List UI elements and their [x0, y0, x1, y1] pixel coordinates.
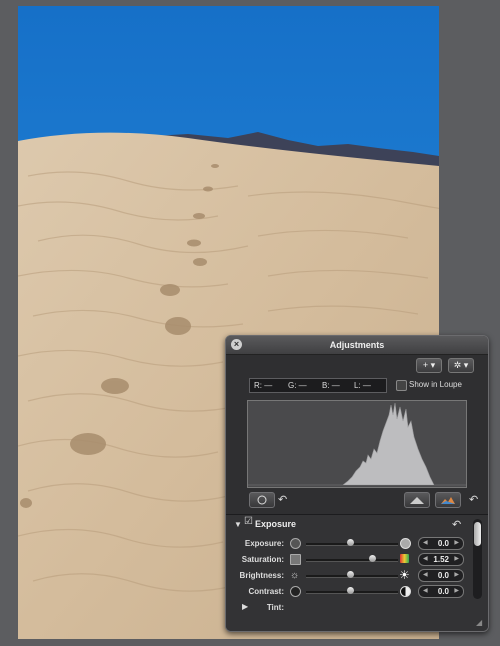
contrast-value-field[interactable]: ◀ 0.0 ▶: [418, 585, 464, 598]
histogram: [247, 400, 467, 488]
auto-exposure-button[interactable]: [404, 492, 430, 508]
saturation-label: Saturation:: [241, 555, 284, 564]
add-adjustment-button[interactable]: + ▾: [416, 358, 442, 373]
color-reset-icon[interactable]: ↶: [469, 494, 478, 506]
color-readout: R: — G: — B: — L: —: [249, 378, 387, 393]
exposure-slider-knob[interactable]: [347, 539, 354, 546]
saturation-slider[interactable]: [306, 559, 398, 562]
exposure-value: 0.0: [437, 539, 449, 548]
collapse-triangle-icon[interactable]: ▼: [234, 520, 242, 529]
contrast-value: 0.0: [437, 587, 449, 596]
readout-l: L: —: [354, 381, 371, 390]
tint-label: Tint:: [266, 603, 284, 612]
saturation-high-icon: [400, 554, 409, 563]
show-in-loupe-checkbox[interactable]: [396, 380, 407, 391]
saturation-value-field[interactable]: ◀ 1.52 ▶: [418, 553, 464, 566]
brightness-label: Brightness:: [239, 571, 284, 580]
adjustments-hud[interactable]: Adjustments × + ▾ ✲ ▾ R: — G: — B: — L: …: [225, 335, 489, 632]
hud-title: Adjustments: [226, 336, 488, 355]
exposure-label: Exposure:: [244, 539, 284, 548]
exposure-section-title: Exposure: [255, 519, 297, 529]
saturation-slider-knob[interactable]: [369, 555, 376, 562]
brightness-value-field[interactable]: ◀ 0.0 ▶: [418, 569, 464, 582]
exposure-enable-checkbox[interactable]: ☑: [244, 516, 253, 527]
show-in-loupe-label: Show in Loupe: [409, 380, 462, 389]
action-menu-button[interactable]: ✲ ▾: [448, 358, 474, 373]
readout-b: B: —: [322, 381, 340, 390]
saturation-low-icon: [290, 554, 301, 565]
contrast-high-icon: [400, 586, 411, 597]
brightness-high-icon: ☀: [399, 568, 410, 582]
scrollbar-thumb[interactable]: [474, 522, 481, 546]
exposure-reset-icon[interactable]: ↶: [452, 519, 461, 531]
exposure-low-icon: [290, 538, 301, 549]
brightness-value: 0.0: [437, 571, 449, 580]
contrast-low-icon: [290, 586, 301, 597]
resize-grip-icon[interactable]: ◢: [476, 618, 482, 627]
brightness-low-icon: ☼: [290, 570, 300, 581]
auto-levels-button[interactable]: [249, 492, 275, 508]
close-icon[interactable]: ×: [231, 339, 242, 350]
readout-r: R: —: [254, 381, 273, 390]
saturation-value: 1.52: [433, 555, 449, 564]
readout-g: G: —: [288, 381, 307, 390]
contrast-slider-knob[interactable]: [347, 587, 354, 594]
histogram-reset-icon[interactable]: ↶: [278, 494, 287, 506]
contrast-label: Contrast:: [248, 587, 284, 596]
brightness-slider-knob[interactable]: [347, 571, 354, 578]
exposure-high-icon: [400, 538, 411, 549]
exposure-value-field[interactable]: ◀ 0.0 ▶: [418, 537, 464, 550]
auto-color-button[interactable]: [435, 492, 461, 508]
